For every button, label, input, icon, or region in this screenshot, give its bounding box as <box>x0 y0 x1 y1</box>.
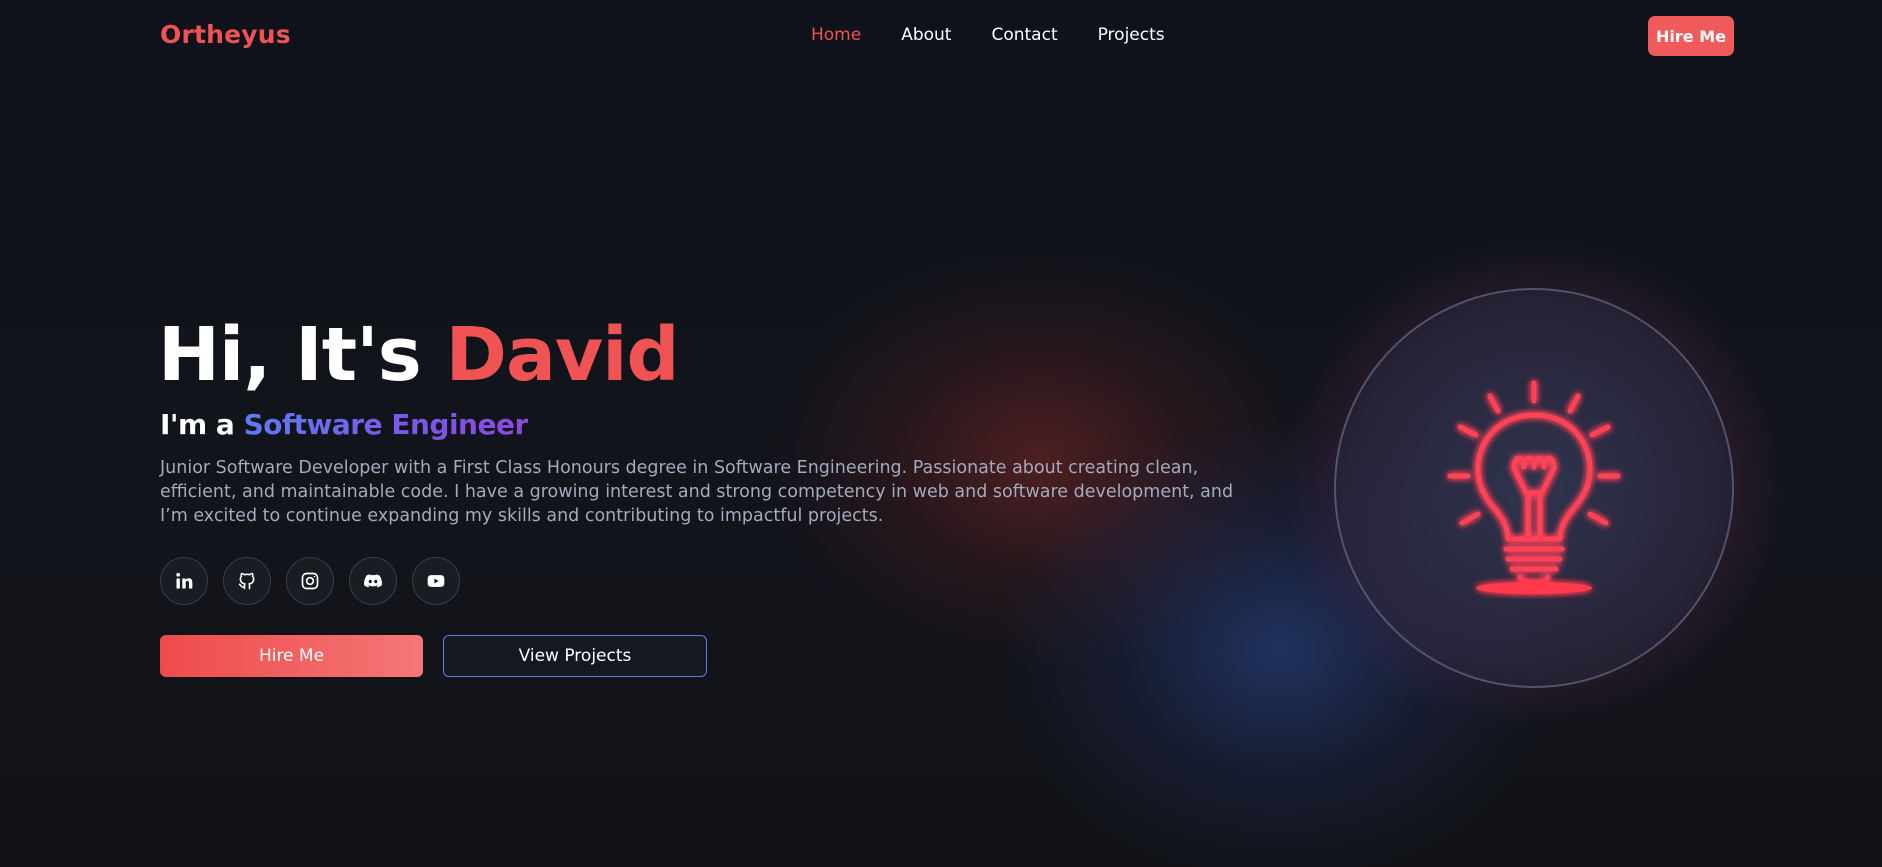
hire-me-button[interactable]: Hire Me <box>160 635 423 677</box>
nav-link-about[interactable]: About <box>901 25 951 45</box>
hero-title: Hi, It's David <box>158 312 680 398</box>
lightbulb-icon <box>1447 380 1621 594</box>
youtube-link[interactable] <box>412 557 460 605</box>
nav-hire-me-button[interactable]: Hire Me <box>1648 16 1734 56</box>
discord-link[interactable] <box>349 557 397 605</box>
linkedin-icon <box>176 572 193 589</box>
site-logo[interactable]: Ortheyus <box>160 20 291 49</box>
hero-name: David <box>445 312 680 398</box>
hero-role: Software Engineer <box>243 408 529 441</box>
hero-greeting: Hi, It's <box>158 312 422 398</box>
nav-link-contact[interactable]: Contact <box>991 25 1057 45</box>
discord-icon <box>364 574 382 588</box>
github-link[interactable] <box>223 557 271 605</box>
subtitle-prefix: I'm a <box>160 408 235 441</box>
nav-links: Home About Contact Projects <box>811 25 1205 45</box>
linkedin-link[interactable] <box>160 557 208 605</box>
nav-link-projects[interactable]: Projects <box>1098 25 1165 45</box>
github-icon <box>238 572 255 590</box>
hero-subtitle: I'm a Software Engineer <box>160 408 528 441</box>
top-navigation: Ortheyus Home About Contact Projects Hir… <box>0 0 1882 72</box>
hero-description: Junior Software Developer with a First C… <box>160 458 1234 526</box>
instagram-icon <box>301 572 319 590</box>
youtube-icon <box>427 575 445 587</box>
page: Ortheyus Home About Contact Projects Hir… <box>0 0 1882 867</box>
view-projects-button[interactable]: View Projects <box>443 635 707 677</box>
nav-link-home[interactable]: Home <box>811 25 861 45</box>
instagram-link[interactable] <box>286 557 334 605</box>
social-links <box>160 557 475 605</box>
